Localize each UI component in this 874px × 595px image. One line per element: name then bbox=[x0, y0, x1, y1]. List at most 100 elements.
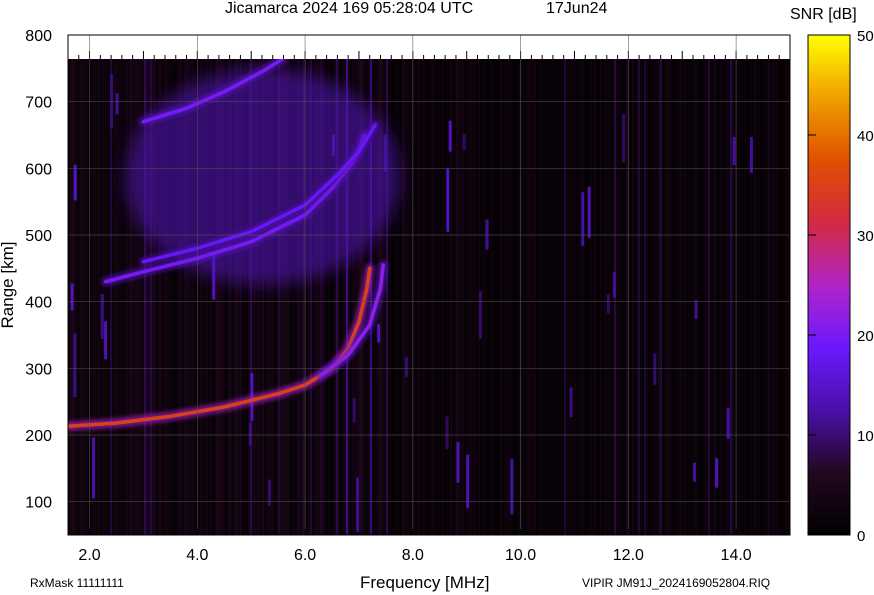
noise-streak bbox=[786, 58, 788, 535]
noise-streak bbox=[498, 58, 500, 535]
noise-streak bbox=[570, 58, 572, 535]
noise-streak bbox=[662, 58, 664, 535]
noise-streak bbox=[782, 58, 784, 535]
noise-streak bbox=[604, 58, 606, 535]
noise-streak bbox=[708, 58, 710, 535]
noise-streak bbox=[122, 58, 124, 535]
noise-streak bbox=[660, 58, 662, 535]
noise-streak bbox=[106, 58, 108, 535]
noise-burst bbox=[478, 291, 482, 339]
noise-streak bbox=[112, 58, 114, 535]
noise-streak bbox=[766, 58, 768, 535]
noise-streak bbox=[130, 58, 132, 535]
x-tick-label: 4.0 bbox=[186, 547, 208, 564]
noise-streak bbox=[416, 58, 418, 535]
noise-streak bbox=[726, 58, 728, 535]
noise-streak bbox=[696, 58, 698, 535]
noise-streak bbox=[768, 58, 770, 535]
noise-streak bbox=[464, 58, 466, 535]
noise-streak bbox=[632, 58, 634, 535]
noise-streak bbox=[530, 58, 532, 535]
noise-streak bbox=[750, 58, 752, 535]
noise-streak bbox=[636, 58, 638, 535]
noise-streak bbox=[754, 58, 756, 535]
noise-streak bbox=[600, 58, 602, 535]
noise-streak bbox=[506, 58, 508, 535]
colorbar-tick-label: 20 bbox=[857, 328, 874, 345]
noise-streak bbox=[460, 58, 462, 535]
noise-streak bbox=[776, 58, 778, 535]
noise-streak bbox=[488, 58, 490, 535]
noise-burst bbox=[653, 353, 657, 385]
noise-streak bbox=[394, 58, 396, 535]
noise-streak bbox=[526, 58, 528, 535]
noise-streak bbox=[116, 58, 118, 535]
noise-streak bbox=[744, 58, 746, 535]
noise-streak bbox=[576, 58, 578, 535]
noise-burst bbox=[92, 437, 96, 499]
noise-streak bbox=[432, 58, 434, 535]
noise-burst bbox=[587, 186, 591, 238]
noise-streak bbox=[584, 58, 586, 535]
noise-streak bbox=[82, 58, 84, 535]
noise-streak bbox=[564, 58, 566, 535]
noise-streak bbox=[596, 58, 598, 535]
noise-streak bbox=[764, 58, 766, 535]
noise-streak bbox=[108, 58, 110, 535]
noise-burst bbox=[466, 454, 470, 509]
colorbar-tick-label: 10 bbox=[857, 428, 874, 445]
noise-burst bbox=[445, 416, 449, 450]
noise-streak bbox=[124, 58, 126, 535]
y-tick-label: 100 bbox=[25, 495, 52, 512]
noise-streak bbox=[668, 58, 670, 535]
noise-streak bbox=[616, 58, 618, 535]
noise-streak bbox=[518, 58, 520, 535]
noise-streak bbox=[452, 58, 454, 535]
noise-streak bbox=[492, 58, 494, 535]
noise-streak bbox=[602, 58, 604, 535]
noise-burst bbox=[749, 136, 753, 173]
noise-streak bbox=[472, 58, 474, 535]
noise-streak bbox=[712, 58, 714, 535]
filename-label: VIPIR JM91J_2024169052804.RIQ bbox=[582, 576, 771, 590]
noise-burst bbox=[510, 458, 514, 515]
noise-streak bbox=[84, 58, 86, 535]
x-tick-label: 14.0 bbox=[721, 547, 752, 564]
colorbar-tick-label: 40 bbox=[857, 128, 874, 145]
noise-burst bbox=[694, 299, 698, 320]
noise-streak bbox=[610, 58, 612, 535]
colorbar-label: SNR [dB] bbox=[790, 6, 857, 23]
noise-streak bbox=[490, 58, 492, 535]
noise-streak bbox=[434, 58, 436, 535]
noise-streak bbox=[86, 58, 88, 535]
noise-burst bbox=[104, 321, 108, 360]
x-tick-label: 2.0 bbox=[78, 547, 100, 564]
noise-streak bbox=[774, 58, 776, 535]
noise-streak bbox=[96, 58, 98, 535]
colorbar bbox=[807, 34, 851, 536]
noise-streak bbox=[586, 58, 588, 535]
noise-streak bbox=[132, 58, 134, 535]
noise-streak bbox=[730, 58, 732, 535]
y-axis-ticks: 100 200 300 400 500 600 700 800 bbox=[25, 28, 52, 512]
noise-burst bbox=[404, 356, 408, 378]
y-tick-label: 200 bbox=[25, 428, 52, 445]
noise-streak bbox=[666, 58, 668, 535]
noise-streak bbox=[474, 58, 476, 535]
noise-streak bbox=[508, 58, 510, 535]
noise-streak bbox=[462, 58, 464, 535]
noise-streak bbox=[532, 58, 534, 535]
noise-streak bbox=[700, 58, 702, 535]
noise-streak bbox=[542, 58, 544, 535]
noise-streak bbox=[420, 58, 422, 535]
noise-burst bbox=[462, 134, 466, 151]
noise-streak bbox=[406, 58, 408, 535]
noise-streak bbox=[528, 58, 530, 535]
noise-streak bbox=[538, 58, 540, 535]
noise-streak bbox=[770, 58, 772, 535]
noise-streak bbox=[554, 58, 556, 535]
noise-streak bbox=[134, 58, 136, 535]
noise-streak bbox=[760, 58, 762, 535]
y-tick-label: 700 bbox=[25, 95, 52, 112]
noise-streak bbox=[502, 58, 504, 535]
